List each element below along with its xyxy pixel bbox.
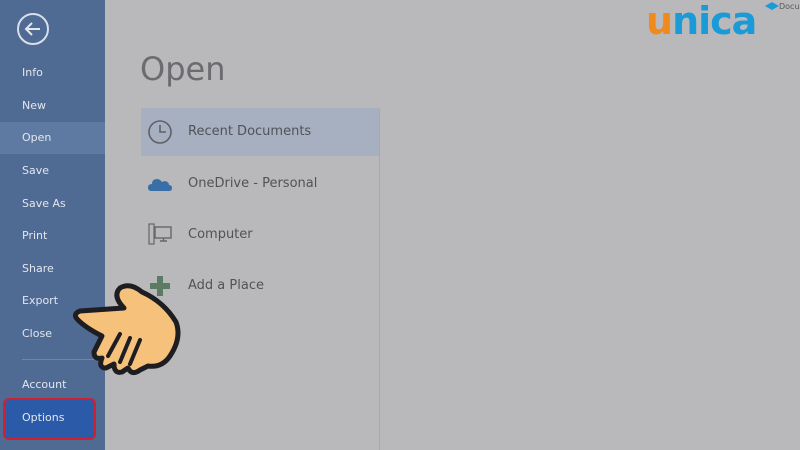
nav-open[interactable]: Open — [0, 122, 105, 154]
place-computer[interactable]: Computer — [141, 211, 379, 259]
back-button[interactable] — [17, 13, 49, 45]
place-onedrive[interactable]: OneDrive - Personal — [141, 160, 379, 208]
place-label: Computer — [188, 227, 253, 242]
backstage-sidebar: Info New Open Save Save As Print Share E… — [0, 0, 105, 450]
nav-info[interactable]: Info — [0, 57, 105, 89]
graduation-cap-icon — [765, 2, 779, 10]
nav-print[interactable]: Print — [0, 220, 105, 252]
nav-new[interactable]: New — [0, 90, 105, 122]
cloud-icon — [148, 179, 172, 191]
hand-pointer-icon — [72, 283, 181, 376]
computer-icon — [148, 223, 172, 245]
place-label: Add a Place — [188, 278, 264, 293]
clock-icon — [148, 120, 172, 144]
nav-options[interactable]: Options — [0, 402, 105, 434]
nav-save[interactable]: Save — [0, 155, 105, 187]
place-label: OneDrive - Personal — [188, 176, 318, 191]
place-recent-documents[interactable]: Recent Documents — [141, 108, 379, 156]
nav-save-as[interactable]: Save As — [0, 188, 105, 220]
document-title-fragment: Docu — [779, 2, 800, 11]
arrow-left-icon — [24, 22, 40, 36]
page-title: Open — [140, 50, 226, 88]
place-label: Recent Documents — [188, 124, 312, 139]
